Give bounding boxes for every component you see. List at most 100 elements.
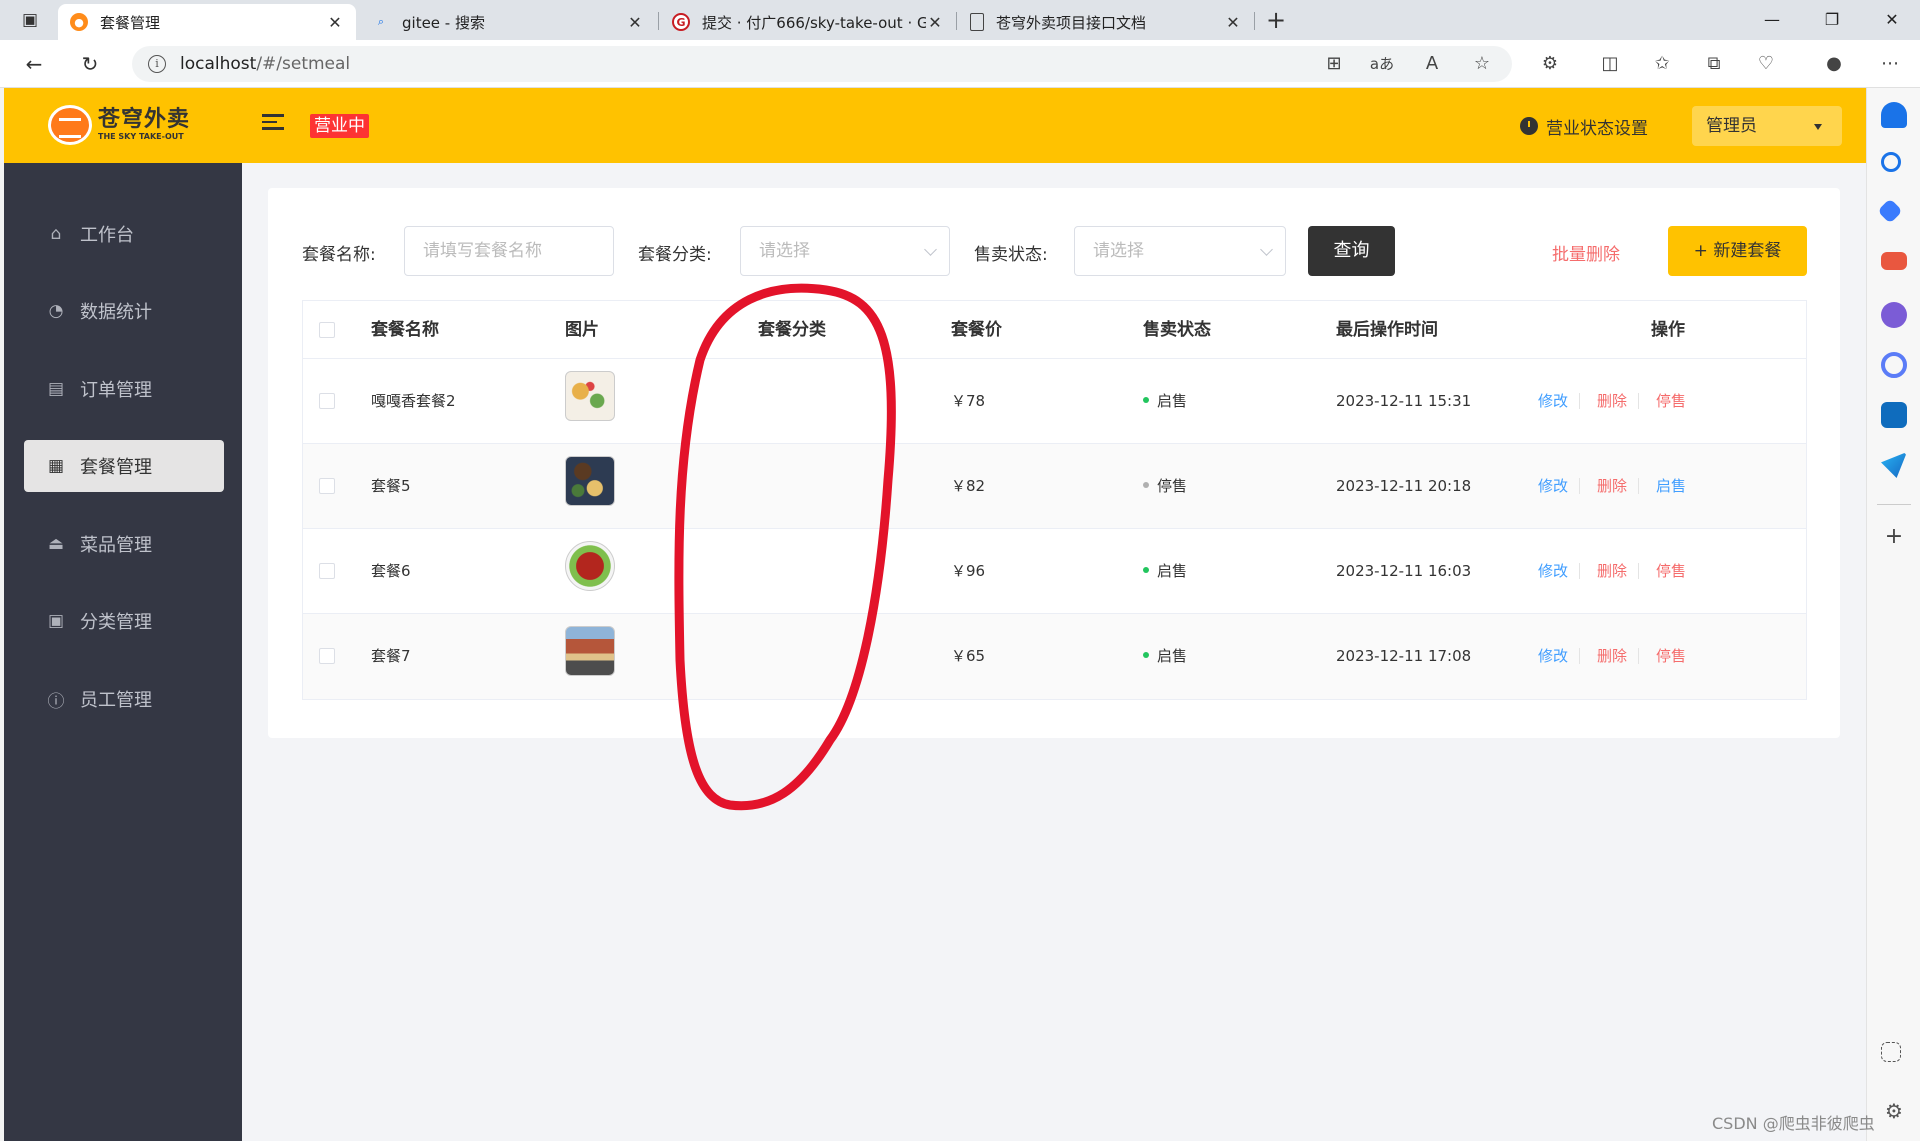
tab-separator [1254,12,1255,30]
add-icon[interactable]: + [1881,524,1907,550]
split-screen-icon[interactable]: ◫ [1596,50,1624,78]
admin-dropdown[interactable]: 管理员 [1692,106,1842,146]
restore-icon[interactable]: ❐ [1812,6,1852,34]
row-checkbox[interactable] [319,563,335,579]
setmeal-image [565,626,615,676]
col-header-price: 套餐价 [951,320,1002,340]
close-icon[interactable]: ✕ [926,13,944,32]
sidebar-item-setmeal[interactable]: ▦ 套餐管理 [24,440,224,492]
office-icon[interactable] [1881,352,1907,378]
gitee-icon: G [672,13,690,31]
category-filter-select[interactable]: 请选择 [740,226,950,276]
games-icon[interactable] [1881,302,1907,328]
toolbox-icon[interactable] [1881,252,1907,270]
row-checkbox[interactable] [319,393,335,409]
send-icon[interactable] [1881,452,1907,478]
setmeal-price: ￥78 [951,392,986,410]
col-header-image: 图片 [565,320,599,340]
edit-link[interactable]: 修改 [1538,529,1568,614]
setmeal-table: 套餐名称 图片 套餐分类 套餐价 售卖状态 最后操作时间 操作 嘎嘎香套餐2 ￥… [302,300,1807,700]
extensions-icon[interactable]: ⚙ [1536,50,1564,78]
action-separator [1579,563,1580,579]
status-dot [1143,651,1149,658]
tab-actions-icon[interactable]: ▣ [16,6,44,34]
sidebar-item-label: 分类管理 [80,612,152,633]
bell-icon[interactable] [1881,102,1907,128]
favorites-icon[interactable]: ✩ [1648,50,1676,78]
settings-gear-icon[interactable]: ⚙ [1881,1098,1907,1124]
close-icon[interactable]: ✕ [626,13,644,32]
app-logo: 苍穹外卖 THE SKY TAKE-OUT [48,102,213,148]
app-available-icon[interactable]: ⊞ [1320,50,1348,78]
close-icon[interactable]: ✕ [1224,13,1242,32]
shopping-tag-icon[interactable] [1877,198,1903,224]
sidebar-item-orders[interactable]: ▤ 订单管理 [24,363,224,415]
last-update-time: 2023-12-11 15:31 [1336,392,1472,410]
row-checkbox[interactable] [319,478,335,494]
clipboard-icon: ▤ [47,379,65,399]
window-close-icon[interactable]: ✕ [1872,6,1912,34]
tab-api-docs[interactable]: 苍穹外卖项目接口文档 ✕ [958,4,1254,40]
business-status-setting[interactable]: 营业状态设置 [1520,114,1648,139]
action-separator [1638,393,1639,409]
outlook-icon[interactable] [1881,402,1907,428]
minimize-icon[interactable]: — [1752,6,1792,34]
edit-link[interactable]: 修改 [1538,444,1568,529]
tab-setmeal[interactable]: ● 套餐管理 ✕ [58,4,356,40]
logo-badge-icon [48,105,92,145]
url-field[interactable]: i localhost/#/setmeal [132,46,1512,82]
read-aloud-icon[interactable]: A [1418,50,1446,78]
refresh-icon[interactable]: ↻ [76,50,104,78]
new-setmeal-button[interactable]: + 新建套餐 [1668,226,1807,276]
sale-status: 启售 [1143,359,1187,444]
col-header-category: 套餐分类 [758,320,826,340]
setmeal-price: ￥65 [951,647,986,665]
edit-link[interactable]: 修改 [1538,359,1568,444]
last-update-time: 2023-12-11 17:08 [1336,647,1472,665]
setmeal-image [565,456,615,506]
sidebar-item-statistics[interactable]: ◔ 数据统计 [24,285,224,337]
status-filter-select[interactable]: 请选择 [1074,226,1286,276]
profile-icon[interactable]: ● [1820,50,1848,78]
select-all-checkbox[interactable] [319,322,335,338]
back-icon[interactable]: ← [20,50,48,78]
sidebar-item-workbench[interactable]: ⌂ 工作台 [24,208,224,260]
delete-link[interactable]: 删除 [1597,614,1627,699]
new-tab-icon[interactable]: + [1262,6,1290,34]
edit-link[interactable]: 修改 [1538,614,1568,699]
screenshot-icon[interactable] [1881,1042,1901,1062]
sale-status: 启售 [1143,529,1187,614]
toggle-sale-link[interactable]: 停售 [1656,529,1686,614]
tab-gitee-commit[interactable]: G 提交 · 付广666/sky-take-out · Git ✕ [660,4,956,40]
search-icon[interactable] [1881,152,1901,172]
site-info-icon[interactable]: i [148,55,166,73]
sidebar-item-categories[interactable]: ▣ 分类管理 [24,595,224,647]
row-checkbox[interactable] [319,648,335,664]
action-separator [1638,563,1639,579]
delete-link[interactable]: 删除 [1597,359,1627,444]
toggle-sale-link[interactable]: 启售 [1656,444,1686,529]
more-menu-icon[interactable]: ⋯ [1876,50,1904,78]
batch-delete-button[interactable]: 批量删除 [1552,240,1620,265]
collections-icon[interactable]: ⧉ [1700,50,1728,78]
sidebar-item-employees[interactable]: ⓘ 员工管理 [24,673,224,725]
last-update-time: 2023-12-11 20:18 [1336,477,1472,495]
sidebar-item-dishes[interactable]: ⏏ 菜品管理 [24,518,224,570]
query-button[interactable]: 查询 [1308,226,1395,276]
name-filter-input[interactable]: 请填写套餐名称 [404,226,614,276]
delete-link[interactable]: 删除 [1597,444,1627,529]
app-header: 苍穹外卖 THE SKY TAKE-OUT 营业中 营业状态设置 管理员 [4,88,1866,163]
close-icon[interactable]: ✕ [326,13,344,32]
browser-essentials-icon[interactable]: ♡ [1752,50,1780,78]
action-separator [1638,648,1639,664]
table-row: 嘎嘎香套餐2 ￥78 启售 2023-12-11 15:31 修改 删除 停售 [303,359,1806,444]
menu-collapse-icon[interactable] [262,114,284,134]
toggle-sale-link[interactable]: 停售 [1656,359,1686,444]
sidebar-item-label: 员工管理 [80,690,152,711]
tab-gitee-search[interactable]: ⌕ gitee - 搜索 ✕ [360,4,656,40]
favorite-star-icon[interactable]: ☆ [1468,50,1496,78]
toggle-sale-link[interactable]: 停售 [1656,614,1686,699]
sidebar-item-label: 菜品管理 [80,535,152,556]
translate-icon[interactable]: aあ [1368,50,1396,78]
delete-link[interactable]: 删除 [1597,529,1627,614]
